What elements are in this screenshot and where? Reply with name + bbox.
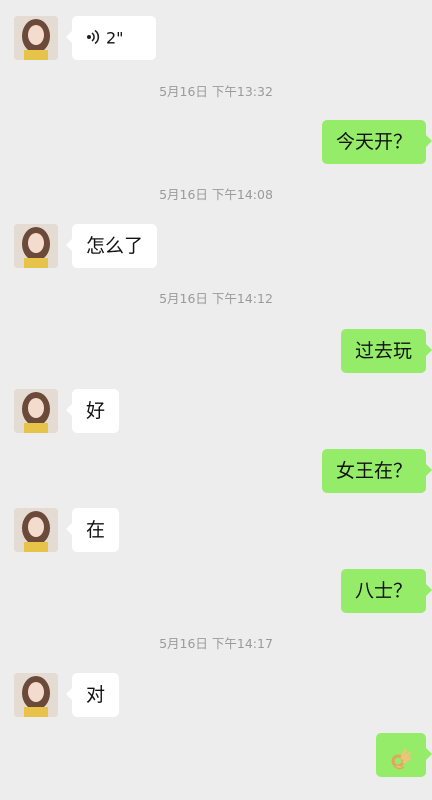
voice-wave-icon: [86, 17, 100, 61]
incoming-message-bubble[interactable]: 怎么了: [65, 224, 158, 268]
voice-message-bubble[interactable]: 2": [66, 16, 156, 61]
incoming-message-bubble[interactable]: 对: [65, 673, 120, 717]
ok-hand-emoji-icon: [390, 743, 412, 787]
timestamp: 5月16日 下午14:08: [159, 187, 273, 202]
incoming-message-bubble[interactable]: 在: [65, 508, 120, 552]
outgoing-message-bubble[interactable]: 过去玩: [340, 329, 432, 373]
timestamp: 5月16日 下午14:12: [159, 291, 273, 306]
voice-duration: 2": [106, 28, 124, 48]
contact-avatar[interactable]: [14, 673, 58, 717]
outgoing-message-bubble[interactable]: 今天开？: [321, 120, 432, 164]
timestamp: 5月16日 下午14:17: [159, 636, 273, 651]
contact-avatar[interactable]: [14, 508, 58, 552]
contact-avatar[interactable]: [14, 16, 58, 60]
contact-avatar[interactable]: [14, 389, 58, 433]
timestamp: 5月16日 下午13:32: [159, 84, 273, 99]
incoming-message-bubble[interactable]: 好: [65, 389, 120, 433]
chat-view: 2" 5月16日 下午13:32 今天开？ 5月16日 下午14:08 怎么了 …: [0, 0, 432, 800]
emoji-message-bubble[interactable]: [376, 733, 432, 777]
outgoing-message-bubble[interactable]: 女王在？: [321, 449, 432, 493]
contact-avatar[interactable]: [14, 224, 58, 268]
outgoing-message-bubble[interactable]: 八士？: [340, 569, 432, 613]
